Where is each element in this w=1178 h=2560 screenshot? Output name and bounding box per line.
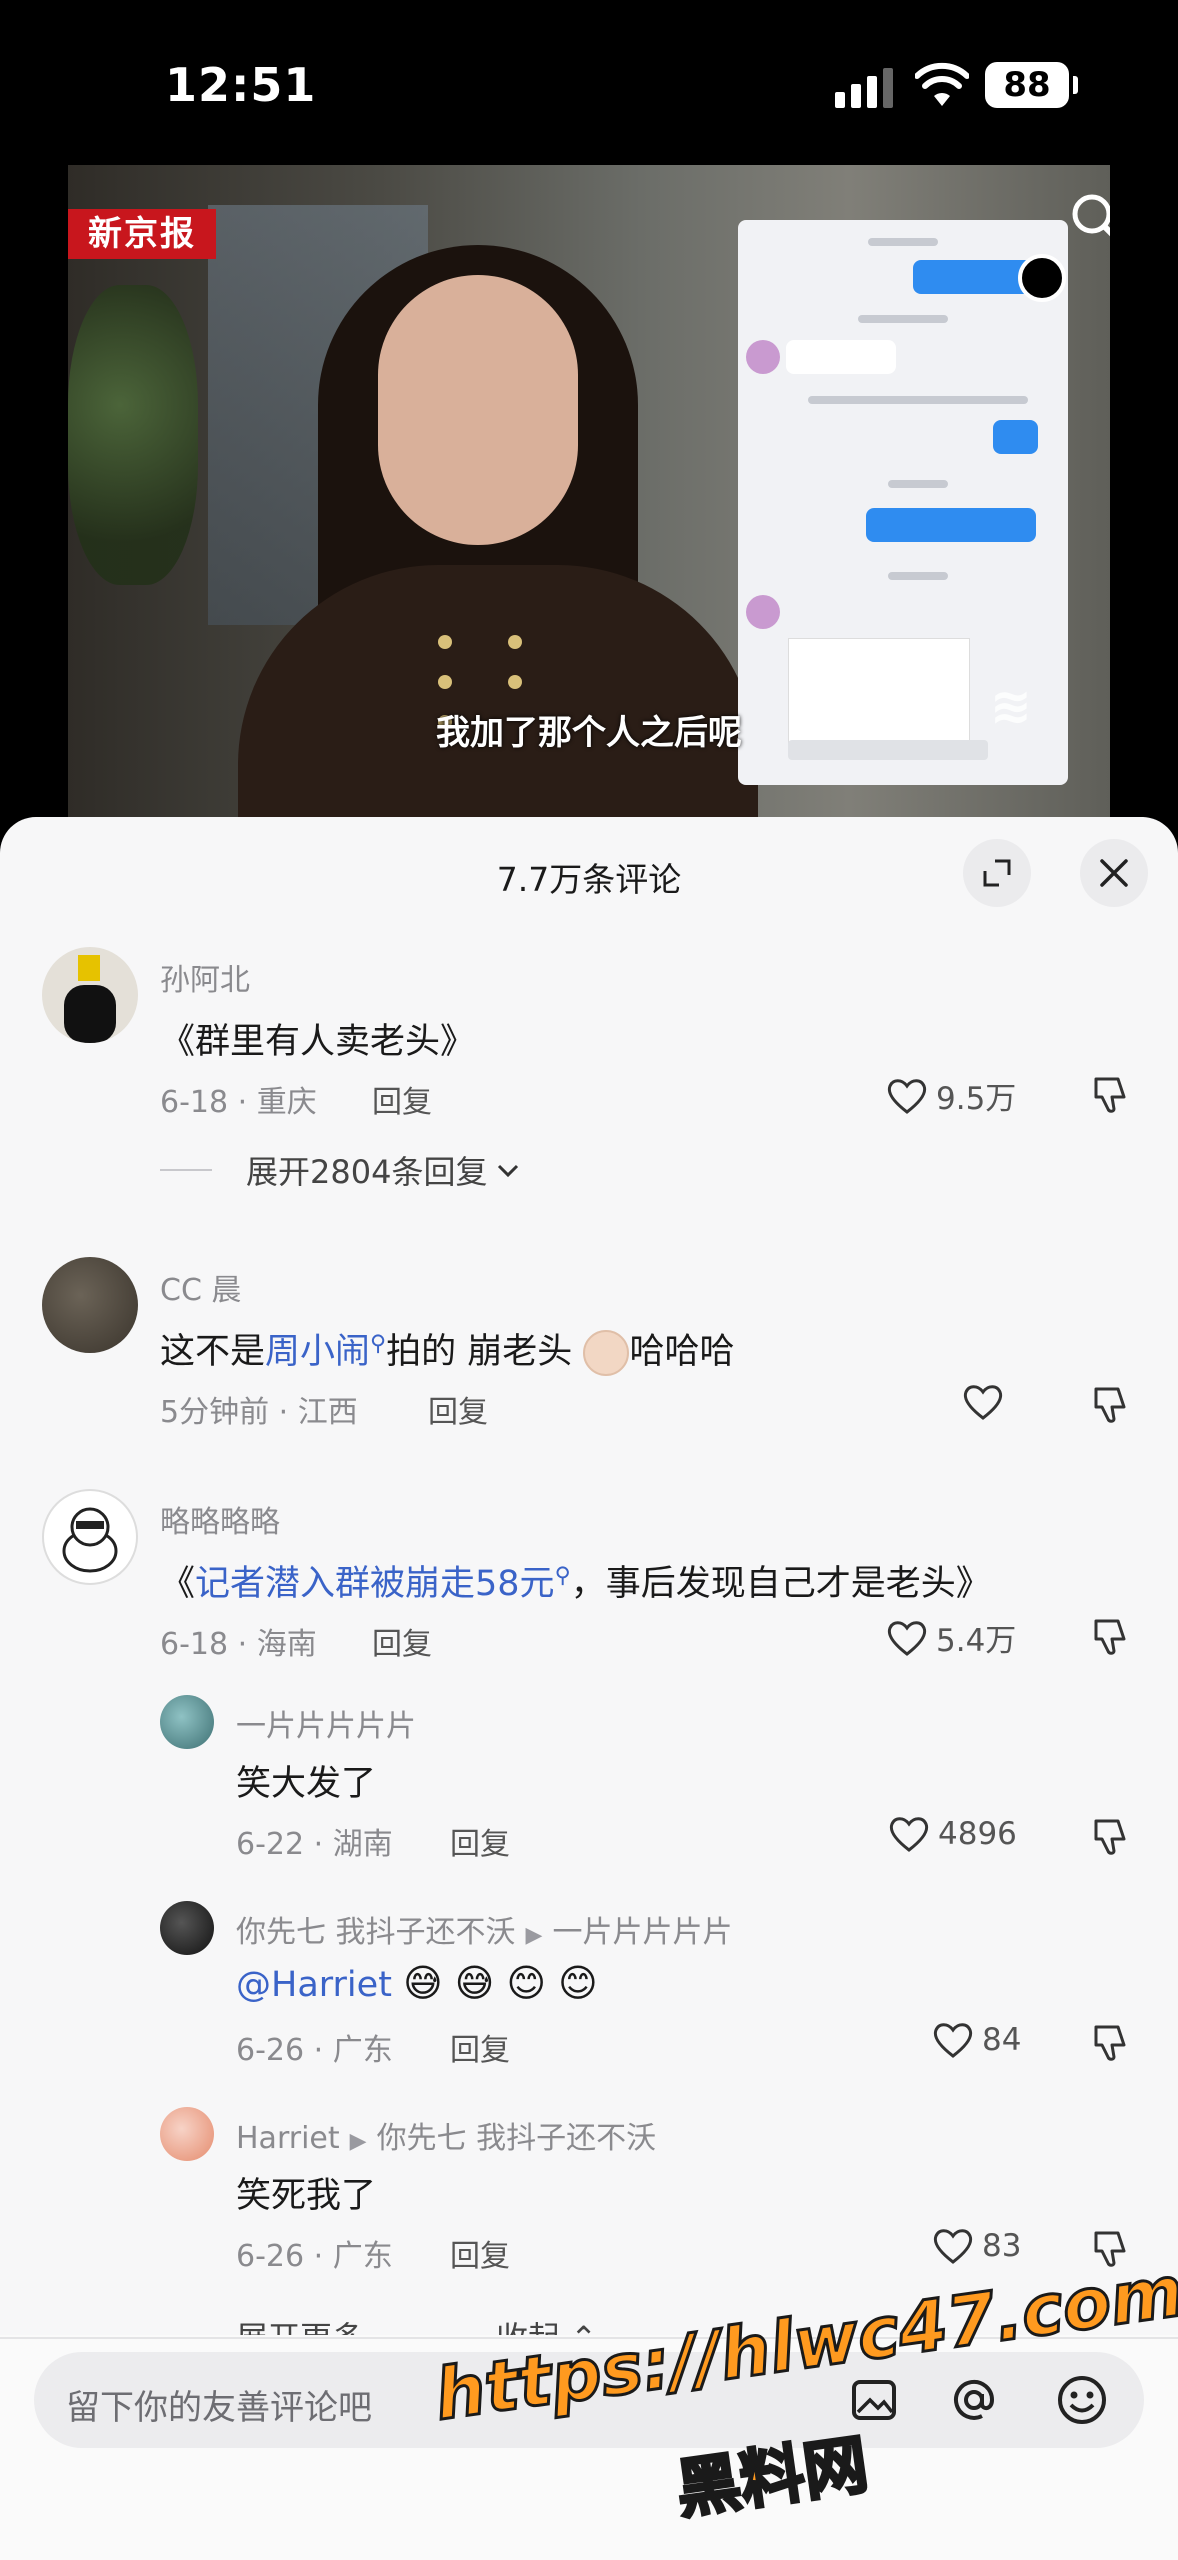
topic-link[interactable]: 记者潜入群被崩走58元 [195,1564,555,1604]
heart-icon [933,2023,973,2058]
video-person-face [378,275,578,545]
reply-button[interactable]: 回复 [372,1077,432,1121]
avatar[interactable] [42,947,138,1043]
search-link-icon: ⚲ [370,1331,387,1357]
expand-replies-button[interactable]: 展开2804条回复 [160,1147,521,1193]
search-icon[interactable] [1068,190,1110,248]
reply-text: 笑死我了 [236,2176,377,2216]
video-player[interactable]: 新京报 ≋ 我加了那个人之后呢 [68,165,1110,817]
dislike-icon[interactable] [1090,1617,1130,1657]
jacket-button [508,675,522,689]
search-link-icon: ⚲ [554,1563,571,1589]
reply-meta: 6-22 · 湖南 [236,1827,393,1862]
reply-button[interactable]: 回复 [450,1819,510,1863]
reply-button[interactable]: 回复 [450,2231,510,2275]
smile-emoji-icon: 😅 😅 😊 😊 [403,1961,598,2005]
fullscreen-button[interactable] [963,839,1031,907]
comment-meta: 6-18 · 海南 [160,1627,317,1662]
heart-icon [887,1078,927,1114]
avatar[interactable] [160,2107,214,2161]
jacket-button [438,635,452,649]
avatar[interactable] [42,1489,138,1585]
like-button[interactable]: 83 [932,2227,1021,2265]
status-time: 12:51 [165,58,317,112]
like-button[interactable]: 84 [932,2021,1021,2059]
video-caption: 我加了那个人之后呢 [436,713,742,753]
comment-text: 这不是周小闹⚲拍的 崩老头 哈哈哈 [160,1323,734,1376]
reply-to-arrow-icon: ▶ [525,1923,543,1948]
reply-text: 笑大发了 [236,1764,377,1804]
dislike-icon[interactable] [1090,1385,1130,1425]
dislike-icon[interactable] [1090,1817,1130,1857]
close-icon [1100,859,1128,887]
avatar[interactable] [42,1257,138,1353]
old-man-emoji-icon [583,1330,630,1376]
like-count: 4896 [938,1816,1017,1852]
heart-icon [933,2229,973,2264]
comment-text: 《群里有人卖老头》 [160,1022,476,1062]
reply-meta: 6-26 · 广东 [236,2033,393,2068]
reply-to-arrow-icon: ▶ [349,2129,367,2154]
heart-icon [963,1385,1003,1420]
like-count: 83 [982,2228,1022,2264]
jacket-button [438,675,452,689]
at-icon[interactable] [946,2372,1002,2428]
reply-button[interactable]: 回复 [428,1387,488,1431]
dislike-icon[interactable] [1090,1075,1130,1115]
like-button[interactable] [962,1383,1012,1421]
comment-username[interactable]: 略略略略 [160,1497,280,1541]
like-button[interactable]: 9.5万 [886,1073,1016,1118]
comment-username[interactable]: 孙阿北 [160,955,250,999]
heart-icon [887,1620,927,1656]
wifi-icon [915,62,969,106]
like-button[interactable]: 4896 [888,1815,1017,1853]
emoji-icon[interactable] [1054,2372,1110,2428]
signal-icon [835,68,893,108]
avatar[interactable] [160,1695,214,1749]
like-count: 9.5万 [936,1081,1017,1117]
chevron-down-icon [498,1164,519,1178]
reply-meta: 6-26 · 广东 [236,2239,393,2274]
reply-text: @Harriet 😅 😅 😊 😊 [236,1961,598,2005]
comment-input-placeholder: 留下你的友善评论吧 [66,2388,372,2428]
mention-link[interactable]: @Harriet [236,1965,392,2005]
heart-icon [889,1817,929,1852]
reply-username[interactable]: Harriet ▶ 你先七 我抖子还不沃 [236,2113,656,2157]
topic-link[interactable]: 周小闹 [265,1332,370,1372]
jacket-button [508,635,522,649]
reply-button[interactable]: 回复 [450,2025,510,2069]
expand-replies-label: 展开2804条回复 [246,1153,488,1191]
reply-username[interactable]: 一片片片片片 [236,1701,416,1745]
fullscreen-icon [983,859,1011,887]
like-button[interactable]: 5.4万 [886,1615,1016,1660]
status-bar: 12:51 88 [0,0,1178,165]
like-count: 5.4万 [936,1623,1017,1659]
comment-meta: 6-18 · 重庆 [160,1085,317,1120]
like-count: 84 [982,2022,1022,2058]
battery-indicator: 88 [985,62,1078,108]
reply-username[interactable]: 你先七 我抖子还不沃 ▶ 一片片片片片 [236,1907,732,1951]
close-button[interactable] [1080,839,1148,907]
dislike-icon[interactable] [1090,2023,1130,2063]
comment-meta: 5分钟前 · 江西 [160,1395,358,1430]
comment-username[interactable]: CC 晨 [160,1265,241,1309]
avatar[interactable] [160,1901,214,1955]
reply-button[interactable]: 回复 [372,1619,432,1663]
comment-text: 《记者潜入群被崩走58元⚲，事后发现自己才是老头》 [160,1563,991,1604]
video-plant [68,285,198,585]
chat-screenshot: ≋ [738,220,1068,785]
brand-logo: 新京报 [68,209,216,259]
